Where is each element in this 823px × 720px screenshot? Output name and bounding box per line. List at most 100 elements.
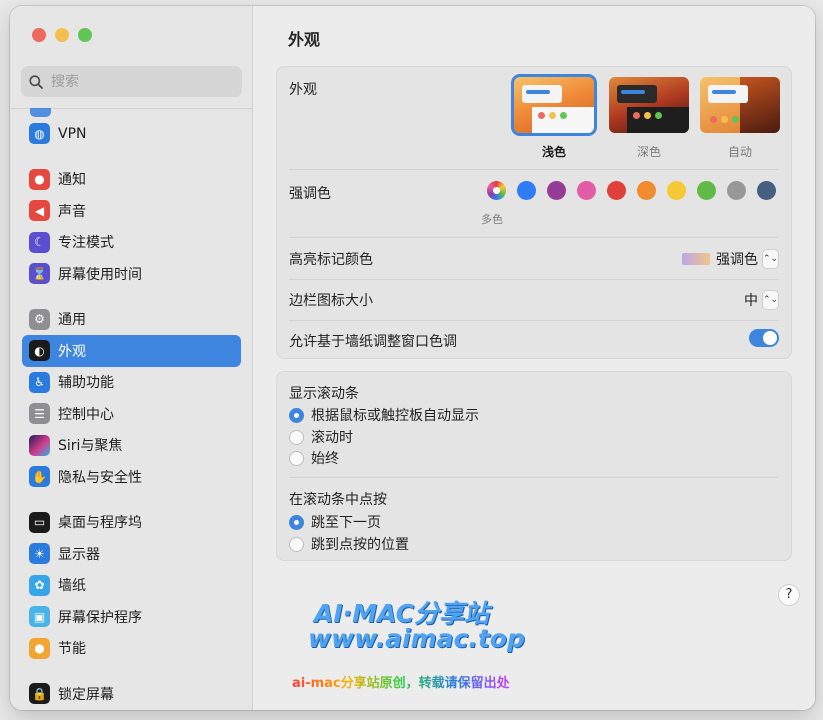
theme-auto[interactable]: 自动 xyxy=(700,77,780,160)
accessibility-icon: ♿ xyxy=(29,371,50,393)
sidebar-item-label: 桌面与程序坞 xyxy=(58,515,142,532)
scroll-click-option-next-page[interactable]: 跳至下一页 xyxy=(289,512,381,532)
radio-button[interactable] xyxy=(289,536,304,552)
wallpaper-tint-toggle[interactable] xyxy=(749,329,779,347)
gear-icon: ⚙ xyxy=(29,308,50,330)
sidebar-item-wallpaper[interactable]: ✿ 墙纸 xyxy=(22,570,241,602)
sidebar-item-desktop-dock[interactable]: ▭ 桌面与程序坞 xyxy=(22,507,241,539)
theme-dark-label: 深色 xyxy=(636,145,661,159)
close-button[interactable] xyxy=(32,28,46,42)
accent-swatch[interactable] xyxy=(697,181,716,200)
theme-auto-label: 自动 xyxy=(727,145,752,159)
radio-button[interactable] xyxy=(289,514,304,530)
sidebar-item-label: 声音 xyxy=(58,203,86,220)
moon-icon: ☾ xyxy=(29,231,50,253)
sidebar-item-sound[interactable]: ◀ 声音 xyxy=(22,195,241,227)
sidebar-item-screen-saver[interactable]: ▣ 屏幕保护程序 xyxy=(22,601,241,633)
sidebar-item-lock-screen[interactable]: 🔒 锁定屏幕 xyxy=(22,678,241,708)
globe-icon: ◍ xyxy=(29,123,50,145)
show-scrollbars-label: 显示滚动条 xyxy=(289,386,359,402)
highlight-color-popup[interactable]: 强调色 ⌃⌄ xyxy=(682,249,779,269)
sidebar-item-displays[interactable]: ☀ 显示器 xyxy=(22,538,241,570)
sidebar-item-focus[interactable]: ☾ 专注模式 xyxy=(22,227,241,259)
accent-swatch[interactable] xyxy=(547,181,566,200)
sidebar-item-accessibility[interactable]: ♿ 辅助功能 xyxy=(22,367,241,399)
sidebar-item-control-center[interactable]: ☰ 控制中心 xyxy=(22,398,241,430)
search-icon xyxy=(29,74,43,89)
sidebar-item-label: 显示器 xyxy=(58,546,100,563)
sidebar-item-label: Siri与聚焦 xyxy=(58,438,123,455)
flower-icon: ✿ xyxy=(29,574,50,596)
sidebar-item-label: 屏幕使用时间 xyxy=(58,266,142,283)
sidebar-item-label: VPN xyxy=(58,125,87,142)
radio-label: 根据鼠标或触控板自动显示 xyxy=(311,408,479,424)
theme-dark[interactable]: 深色 xyxy=(609,77,689,160)
scrollbars-option-auto[interactable]: 根据鼠标或触控板自动显示 xyxy=(289,405,479,425)
highlight-color-value: 强调色 xyxy=(716,252,758,268)
scroll-click-label: 在滚动条中点按 xyxy=(289,492,387,508)
sidebar: ◍ VPN ● 通知 ◀ 声音 ☾ 专注模式 ⌛ 屏幕使用时间 xyxy=(10,6,253,710)
radio-button[interactable] xyxy=(289,407,304,423)
accent-color-swatches xyxy=(487,181,776,200)
sidebar-item-siri[interactable]: Siri与聚焦 xyxy=(22,430,241,462)
radio-label: 跳到点按的位置 xyxy=(311,537,409,553)
theme-dark-preview xyxy=(609,77,689,133)
scrollbar-group: 显示滚动条 根据鼠标或触控板自动显示 滚动时 始终 在滚动条中点按 跳至下一页 xyxy=(276,371,792,561)
sidebar-item-energy[interactable]: ● 节能 xyxy=(22,633,241,665)
accent-swatch[interactable] xyxy=(577,181,596,200)
wallpaper-tint-row: 允许基于墙纸调整窗口色调 xyxy=(289,329,779,351)
help-button[interactable]: ? xyxy=(778,584,800,606)
sidebar-item-general[interactable]: ⚙ 通用 xyxy=(22,304,241,336)
zoom-button[interactable] xyxy=(78,28,92,42)
watermark-notice: ai-mac分享站原创，转载请保留出处 xyxy=(292,672,510,691)
radio-button[interactable] xyxy=(289,450,304,466)
sidebar-item-label: 隐私与安全性 xyxy=(58,469,142,486)
watermark-url: www.aimac.top xyxy=(308,624,525,653)
accent-swatch-multicolor[interactable] xyxy=(487,181,506,200)
accent-swatch[interactable] xyxy=(757,181,776,200)
scrollbars-option-when-scrolling[interactable]: 滚动时 xyxy=(289,427,353,447)
hand-icon: ✋ xyxy=(29,466,50,488)
accent-swatch[interactable] xyxy=(727,181,746,200)
accent-swatch[interactable] xyxy=(607,181,626,200)
main-pane: 外观 外观 浅色 深色 自动 强调色 多色 高亮标记颜色 强调色 ⌃⌄ 边栏图标… xyxy=(254,6,815,710)
radio-label: 滚动时 xyxy=(311,430,353,446)
sidebar-item-label: 通用 xyxy=(58,312,86,329)
minimize-button[interactable] xyxy=(55,28,69,42)
lock-icon: 🔒 xyxy=(29,683,50,705)
sidebar-icon-size-label: 边栏图标大小 xyxy=(289,293,373,309)
sidebar-item-label: 节能 xyxy=(58,641,86,658)
switches-icon: ☰ xyxy=(29,403,50,425)
sidebar-icon-size-popup[interactable]: 中 ⌃⌄ xyxy=(744,290,779,310)
scrollbars-option-always[interactable]: 始终 xyxy=(289,448,339,468)
sidebar-item-label: 通知 xyxy=(58,172,86,189)
radio-button[interactable] xyxy=(289,429,304,445)
sidebar-item-privacy[interactable]: ✋ 隐私与安全性 xyxy=(22,461,241,493)
accent-swatch[interactable] xyxy=(667,181,686,200)
highlight-color-label: 高亮标记颜色 xyxy=(289,252,373,268)
sidebar-icon-size-value: 中 xyxy=(744,293,758,309)
divider xyxy=(289,169,779,170)
divider xyxy=(289,477,779,478)
theme-auto-preview xyxy=(700,77,780,133)
sidebar-item-label: 外观 xyxy=(58,343,86,360)
chevron-updown-icon: ⌃⌄ xyxy=(762,249,779,269)
sidebar-item-appearance[interactable]: ◐ 外观 xyxy=(22,335,241,367)
accent-swatch[interactable] xyxy=(517,181,536,200)
accent-swatch[interactable] xyxy=(637,181,656,200)
sidebar-list: ◍ VPN ● 通知 ◀ 声音 ☾ 专注模式 ⌛ 屏幕使用时间 ⚙ 通用 ◐ 外… xyxy=(22,108,241,708)
theme-light-label: 浅色 xyxy=(541,145,566,159)
theme-light[interactable]: 浅色 xyxy=(511,74,597,160)
scroll-click-option-clicked-spot[interactable]: 跳到点按的位置 xyxy=(289,534,409,554)
sidebar-item-vpn[interactable]: ◍ VPN xyxy=(22,118,241,150)
radio-label: 始终 xyxy=(311,451,339,467)
search-input[interactable] xyxy=(51,73,221,90)
sidebar-item-partial[interactable] xyxy=(30,108,241,118)
speaker-icon: ◀ xyxy=(29,200,50,222)
sidebar-item-label: 控制中心 xyxy=(58,406,114,423)
sidebar-item-screen-time[interactable]: ⌛ 屏幕使用时间 xyxy=(22,258,241,290)
sidebar-item-notifications[interactable]: ● 通知 xyxy=(22,164,241,196)
appearance-group: 外观 浅色 深色 自动 强调色 多色 高亮标记颜色 强调色 ⌃⌄ 边栏图标大小 … xyxy=(276,66,792,359)
search-field[interactable] xyxy=(21,66,242,97)
bell-icon: ● xyxy=(29,168,50,190)
